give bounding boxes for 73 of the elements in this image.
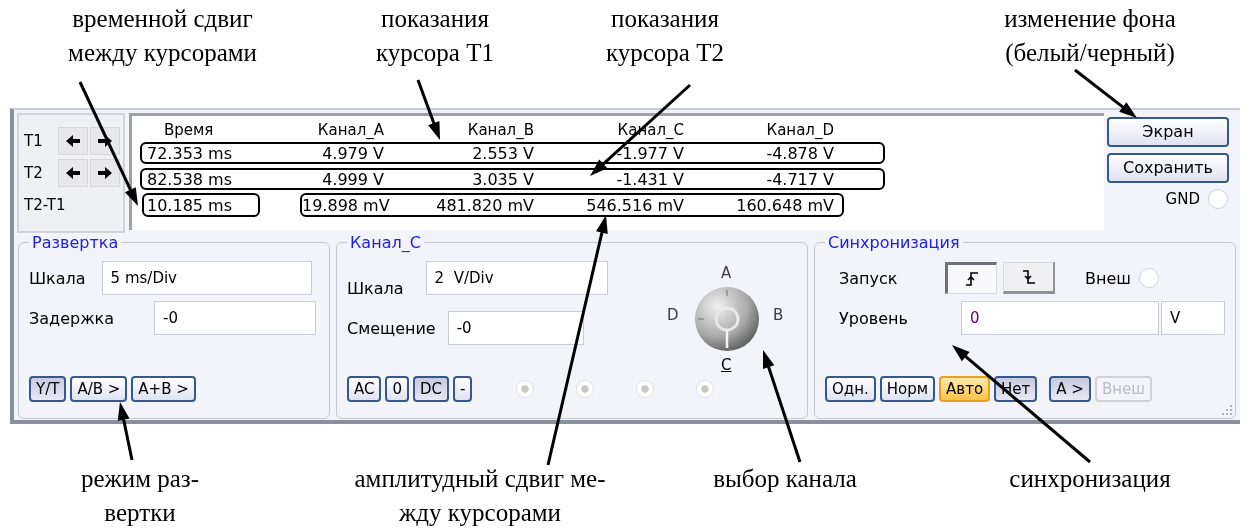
table-cell-text: 4.999 V [321, 169, 385, 189]
input-field[interactable]: 0 [961, 301, 1159, 335]
column-header: Канал_D [765, 121, 835, 139]
channel-label: C [721, 356, 732, 374]
callout-caption: режим раз- вертки [79, 464, 201, 528]
callout-caption: показания курсора T1 [375, 4, 495, 68]
field-label: Уровень [838, 308, 909, 328]
panel-button[interactable]: Экран [1107, 117, 1229, 147]
callout-arrow [416, 79, 440, 140]
column-header: Канал_B [466, 121, 535, 139]
field-label: Шкала [29, 268, 86, 288]
callout-caption: выбор канала [712, 464, 858, 494]
callout-caption: временной сдвиг между курсорами [67, 4, 258, 68]
table-cell-text: 3.035 V [471, 169, 535, 189]
callout-caption: изменение фона (белый/черный) [1003, 4, 1177, 69]
input-field[interactable]: 5 ms/Div [101, 261, 312, 295]
column-header: Время [163, 121, 214, 139]
table-cell-text: 2.553 V [471, 143, 535, 163]
group-title: Канал_C [349, 233, 422, 252]
unit-field[interactable]: V [1161, 301, 1225, 335]
field-label: Задержка [29, 308, 114, 328]
mode-button[interactable]: Y/T [29, 376, 67, 402]
radio-label: GND [1165, 190, 1200, 208]
table-cell-text: 10.185 ms [146, 195, 232, 215]
falling-edge-icon[interactable] [1003, 262, 1055, 294]
field-label: Смещение [347, 318, 436, 338]
trigger-button[interactable]: Норм [879, 376, 936, 402]
trigger-button[interactable]: A > [1049, 376, 1091, 402]
table-cell-text: -4.878 V [765, 143, 835, 163]
trigger-button[interactable]: Авто [939, 376, 991, 402]
channel-label: D [667, 306, 679, 324]
radio-button[interactable] [1138, 268, 1159, 288]
resize-grip-icon[interactable] [1221, 404, 1233, 416]
table-cell-text: 19.898 mV [302, 195, 391, 215]
table-cell-text: 72.353 ms [146, 143, 232, 163]
cursor-label: T2 [23, 164, 44, 182]
channel-selector-knob[interactable] [694, 286, 760, 352]
channel-label: B [773, 306, 784, 324]
mode-button[interactable]: A+B > [131, 376, 196, 402]
radio-button[interactable] [1208, 189, 1228, 209]
coupling-button[interactable]: - [453, 376, 473, 402]
coupling-button[interactable]: AC [347, 376, 382, 402]
table-cell-text: 160.648 mV [735, 195, 835, 215]
radio-label: Внеш [1085, 268, 1131, 288]
column-header: Канал_A [316, 121, 385, 139]
coupling-button[interactable]: 0 [385, 376, 410, 402]
mode-button[interactable]: A/B > [70, 376, 128, 402]
panel-button[interactable]: Сохранить [1107, 153, 1229, 183]
field-label: Запуск [838, 268, 899, 288]
callout-caption: показания курсора T2 [605, 4, 725, 68]
cursor-label: T1 [23, 132, 44, 150]
table-cell-text: -4.717 V [765, 169, 835, 189]
table-cell-text: 82.538 ms [146, 169, 232, 189]
channel-label: A [721, 264, 732, 282]
rising-edge-icon[interactable] [945, 262, 997, 294]
table-cell-text: 4.979 V [321, 143, 385, 163]
callout-arrow [117, 402, 134, 461]
input-field[interactable]: -0 [154, 301, 316, 335]
table-cell-text: 481.820 mV [435, 195, 535, 215]
group-title: Синхронизация [827, 233, 961, 252]
input-field[interactable]: -0 [447, 311, 584, 345]
group-title: Развертка [31, 233, 120, 252]
table-cell-text: -1.431 V [615, 169, 685, 189]
coupling-button[interactable]: DC [413, 376, 450, 402]
callout-caption: синхронизация [1008, 464, 1172, 494]
field-label: Шкала [347, 278, 404, 298]
cursor-label: T2-T1 [23, 196, 66, 214]
input-field[interactable]: 2 V/Div [425, 261, 608, 295]
trigger-button[interactable]: Одн. [825, 376, 876, 402]
table-cell-text: -1.977 V [615, 143, 685, 163]
callout-caption: амплитудный сдвиг ме- жду курсорами [353, 464, 607, 528]
callout-arrow [1074, 68, 1137, 118]
table-cell-text: 546.516 mV [585, 195, 685, 215]
